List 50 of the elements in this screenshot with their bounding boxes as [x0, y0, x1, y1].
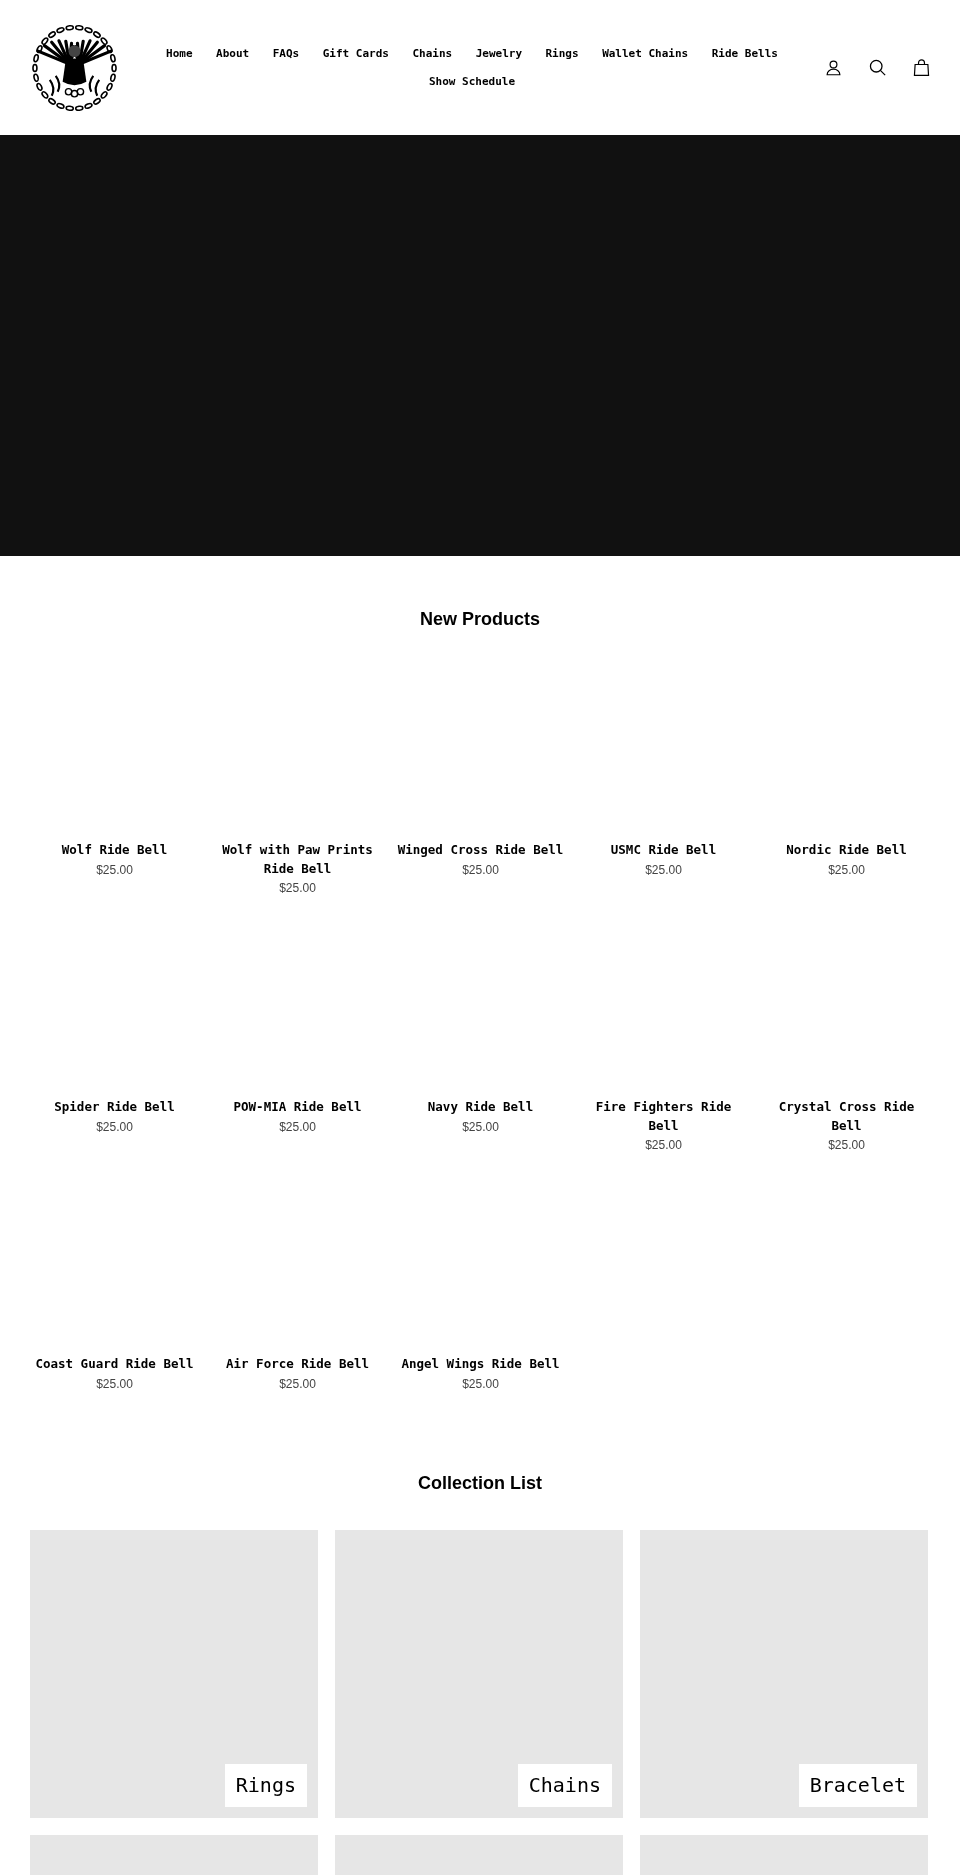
collection-tile[interactable]: Rings: [30, 1529, 318, 1818]
product-price: $25.00: [462, 861, 499, 879]
collection-label: Chains: [517, 1763, 612, 1807]
product-title[interactable]: Navy Ride Bell: [427, 1098, 534, 1117]
collection-tile[interactable]: [640, 1834, 928, 1875]
product-title[interactable]: Winged Cross Ride Bell: [397, 841, 564, 860]
product-price: $25.00: [96, 1118, 133, 1136]
product-price: $25.00: [96, 1375, 133, 1393]
shopping-bag-icon[interactable]: [913, 59, 930, 76]
section-heading: Collection List: [418, 1471, 542, 1495]
product-title[interactable]: Crystal Cross Ride Bell: [762, 1098, 931, 1135]
product-price: $25.00: [96, 861, 133, 879]
product-price: $25.00: [462, 1375, 499, 1393]
product-price: $25.00: [279, 1118, 316, 1136]
product-title[interactable]: USMC Ride Bell: [610, 841, 717, 860]
product-title[interactable]: Wolf with Paw Prints Ride Bell: [213, 841, 382, 878]
nav-link[interactable]: Rings: [533, 39, 591, 68]
nav-link[interactable]: Ride Bells: [699, 39, 790, 68]
product-title[interactable]: Nordic Ride Bell: [786, 841, 907, 860]
collection-tile[interactable]: Bracelet: [640, 1529, 928, 1818]
collection-label: Rings: [224, 1763, 307, 1807]
product-price: $25.00: [645, 1137, 682, 1154]
product-price: $25.00: [462, 1118, 499, 1136]
product-title[interactable]: Spider Ride Bell: [54, 1098, 175, 1117]
collection-tile[interactable]: Chains: [335, 1529, 623, 1818]
product-title[interactable]: Fire Fighters Ride Bell: [579, 1098, 748, 1135]
nav-link[interactable]: Chains: [400, 39, 464, 68]
nav-link[interactable]: FAQs: [260, 39, 311, 68]
search-icon[interactable]: [869, 59, 886, 76]
collection-label: Bracelet: [798, 1763, 917, 1807]
product-price: $25.00: [645, 861, 682, 879]
product-price: $25.00: [279, 1375, 316, 1393]
product-title[interactable]: Air Force Ride Bell: [226, 1355, 369, 1374]
product-title[interactable]: Wolf Ride Bell: [61, 841, 168, 860]
section-heading: New Products: [420, 608, 540, 631]
product-price: $25.00: [828, 1137, 865, 1154]
nav-link[interactable]: Wallet Chains: [590, 39, 700, 68]
collection-tile[interactable]: [335, 1834, 623, 1875]
user-icon[interactable]: [825, 59, 842, 76]
collection-tile[interactable]: [30, 1834, 318, 1875]
nav-link[interactable]: Show Schedule: [417, 67, 527, 96]
nav-link[interactable]: Home: [154, 39, 205, 68]
nav-link[interactable]: Gift Cards: [310, 39, 401, 68]
product-title[interactable]: Coast Guard Ride Bell: [35, 1355, 194, 1374]
nav-link[interactable]: About: [204, 39, 261, 68]
product-title[interactable]: POW-MIA Ride Bell: [233, 1098, 362, 1117]
product-price: $25.00: [279, 880, 316, 897]
product-title[interactable]: Angel Wings Ride Bell: [401, 1355, 560, 1374]
product-price: $25.00: [828, 861, 865, 879]
nav-link[interactable]: Jewelry: [463, 39, 534, 68]
